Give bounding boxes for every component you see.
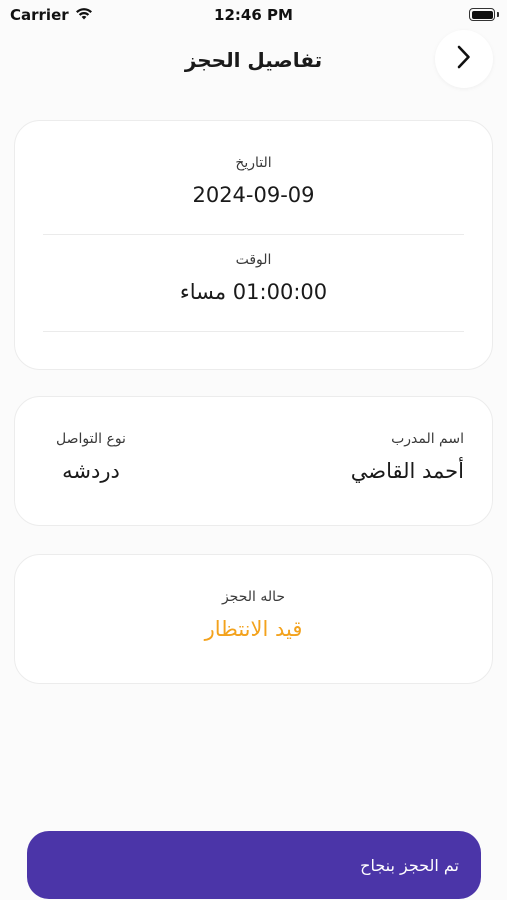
- date-section: التاريخ 2024-09-09: [15, 155, 492, 207]
- time-section: الوقت 01:00:00 مساء: [15, 252, 492, 304]
- contact-type-value: دردشه: [62, 459, 120, 483]
- trainer-card: اسم المدرب أحمد القاضي نوع التواصل دردشه: [14, 396, 493, 526]
- booking-confirmed-button[interactable]: تم الحجز بنجاح: [27, 831, 481, 899]
- battery-tip: [497, 12, 499, 17]
- trainer-value: أحمد القاضي: [350, 459, 464, 483]
- confirm-button-label: تم الحجز بنجاح: [360, 855, 459, 875]
- date-label: التاريخ: [235, 155, 272, 171]
- status-badge: قيد الانتظار: [204, 617, 303, 641]
- time-label: الوقت: [235, 252, 272, 268]
- status-time: 12:46 PM: [214, 6, 293, 24]
- datetime-card: التاريخ 2024-09-09 الوقت 01:00:00 مساء: [14, 120, 493, 370]
- status-section: حاله الحجز قيد الانتظار: [15, 589, 492, 641]
- contact-type-section: نوع التواصل دردشه: [41, 431, 141, 483]
- chevron-right-icon: [456, 44, 472, 74]
- header: تفاصيل الحجز: [0, 30, 507, 92]
- status-label: حاله الحجز: [221, 589, 286, 605]
- back-button[interactable]: [435, 30, 493, 88]
- booking-status-card: حاله الحجز قيد الانتظار: [14, 554, 493, 684]
- contact-type-label: نوع التواصل: [56, 431, 126, 447]
- battery-icon: [469, 8, 495, 21]
- page-title: تفاصيل الحجز: [184, 48, 323, 72]
- divider: [43, 234, 464, 235]
- time-value: 01:00:00 مساء: [179, 280, 328, 304]
- trainer-label: اسم المدرب: [391, 431, 464, 447]
- divider: [43, 331, 464, 332]
- date-value: 2024-09-09: [192, 183, 315, 207]
- trainer-section: اسم المدرب أحمد القاضي: [351, 431, 464, 483]
- status-bar: Carrier 12:46 PM: [0, 0, 507, 30]
